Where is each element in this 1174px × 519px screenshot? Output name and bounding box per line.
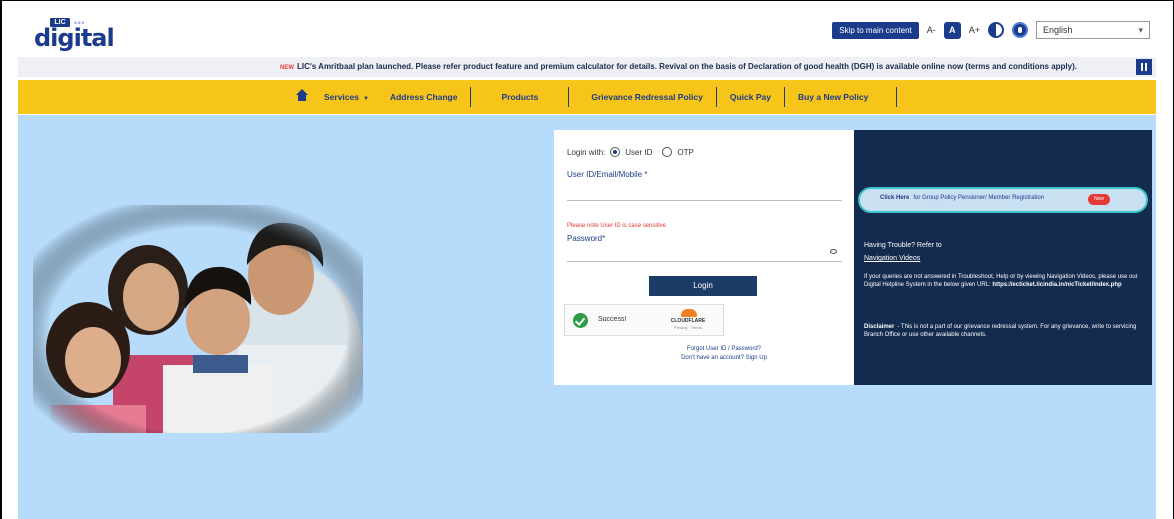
family-illustration [33, 205, 363, 433]
user-id-input[interactable] [567, 200, 842, 201]
ticker-message: LIC's Amritbaal plan launched. Please re… [297, 62, 1077, 71]
cloudflare-logo: CLOUDFLARE Privacy · Terms [663, 309, 713, 331]
header: LIC • • • digital Skip to main content A… [18, 10, 1156, 50]
font-increase-button[interactable]: A+ [969, 25, 980, 35]
main-area: Login with: User ID OTP User ID/Email/Mo… [18, 115, 1156, 519]
accessibility-icon[interactable] [1012, 22, 1028, 38]
accessibility-tools: Skip to main content A- A A+ English ▾ [832, 18, 1150, 42]
forgot-credentials-link[interactable]: Forgot User ID / Password? [554, 346, 854, 352]
user-id-label: User ID/Email/Mobile * [567, 170, 648, 179]
caret-down-icon: ▼ [362, 96, 369, 102]
radio-user-id-label[interactable]: User ID [625, 148, 652, 157]
show-password-icon[interactable] [830, 249, 837, 254]
radio-otp[interactable] [662, 147, 673, 157]
disclaimer-text: Disclaimer - This is not a part of our gr… [864, 324, 1144, 339]
disclaimer-label: Disclaimer [864, 324, 895, 330]
font-normal-button[interactable]: A [943, 21, 961, 39]
ticker-text[interactable]: NEW LIC's Amritbaal plan launched. Please… [280, 57, 1077, 77]
nav-buy-new-policy[interactable]: Buy a New Policy [785, 87, 898, 107]
registration-label: for Group Policy Pensioner/ Member Regis… [913, 195, 1045, 201]
logo-word: digital [34, 24, 115, 52]
trouble-text: Having Trouble? Refer to [864, 242, 942, 249]
language-value: English [1043, 25, 1073, 35]
cloud-icon [681, 309, 697, 317]
login-with-options: Login with: User ID OTP [567, 147, 699, 157]
success-check-icon [573, 313, 588, 328]
nav-grievance-policy[interactable]: Grievance Redressal Policy [569, 87, 717, 107]
home-icon[interactable] [296, 89, 308, 102]
cloudflare-label: CLOUDFLARE [670, 318, 706, 324]
group-registration-banner[interactable]: Click Here for Group Policy Pensioner/ Me… [858, 187, 1148, 213]
helpline-url-link[interactable]: https://ecticket.licindia.in/nicTicket/i… [992, 282, 1121, 288]
ticker-pause-icon[interactable] [1136, 59, 1152, 75]
skip-to-main-button[interactable]: Skip to main content [832, 21, 919, 39]
radio-user-id[interactable] [610, 147, 621, 157]
login-form: Login with: User ID OTP User ID/Email/Mo… [554, 130, 854, 385]
login-button[interactable]: Login [649, 276, 757, 296]
nav-products[interactable]: Products [471, 87, 570, 107]
disclaimer-body: - This is not a part of our grievance re… [864, 324, 1137, 338]
new-badge: New [1088, 194, 1110, 205]
nav-services[interactable]: Services ▼ [324, 87, 377, 107]
signup-link[interactable]: Don't have an account? Sign Up [554, 355, 854, 361]
registration-text: Click Here for Group Policy Pensioner/ Me… [880, 195, 1044, 201]
nav-quick-pay[interactable]: Quick Pay [717, 87, 785, 107]
password-label: Password* [567, 234, 606, 243]
password-input[interactable] [567, 261, 842, 262]
navigation-videos-link[interactable]: Navigation Videos [864, 255, 920, 262]
info-panel: Click Here for Group Policy Pensioner/ Me… [854, 130, 1152, 385]
cloudflare-links[interactable]: Privacy · Terms [663, 325, 713, 330]
family-photo [33, 205, 363, 433]
chevron-down-icon: ▾ [1138, 24, 1143, 35]
lic-digital-logo[interactable]: LIC • • • digital [34, 18, 115, 50]
nav-address-change[interactable]: Address Change [377, 87, 472, 107]
queries-text: If your queries are not answered in Trou… [864, 274, 1144, 289]
font-decrease-button[interactable]: A- [927, 25, 936, 35]
contrast-icon[interactable] [988, 22, 1004, 38]
case-sensitive-hint: Please note User ID is case sensitive [567, 223, 667, 229]
captcha-widget[interactable]: Success! CLOUDFLARE Privacy · Terms [564, 304, 724, 336]
login-with-label: Login with: [567, 147, 606, 157]
news-ticker: NEW LIC's Amritbaal plan launched. Please… [18, 57, 1156, 77]
main-nav: Services ▼ Address Change Products Grieva… [18, 80, 1156, 114]
captcha-status: Success! [598, 316, 627, 323]
language-select[interactable]: English ▾ [1036, 21, 1150, 39]
nav-services-label: Services [324, 92, 359, 102]
ticker-new-tag: NEW [280, 65, 294, 71]
click-here-link[interactable]: Click Here [880, 195, 909, 201]
radio-otp-label[interactable]: OTP [677, 148, 693, 157]
